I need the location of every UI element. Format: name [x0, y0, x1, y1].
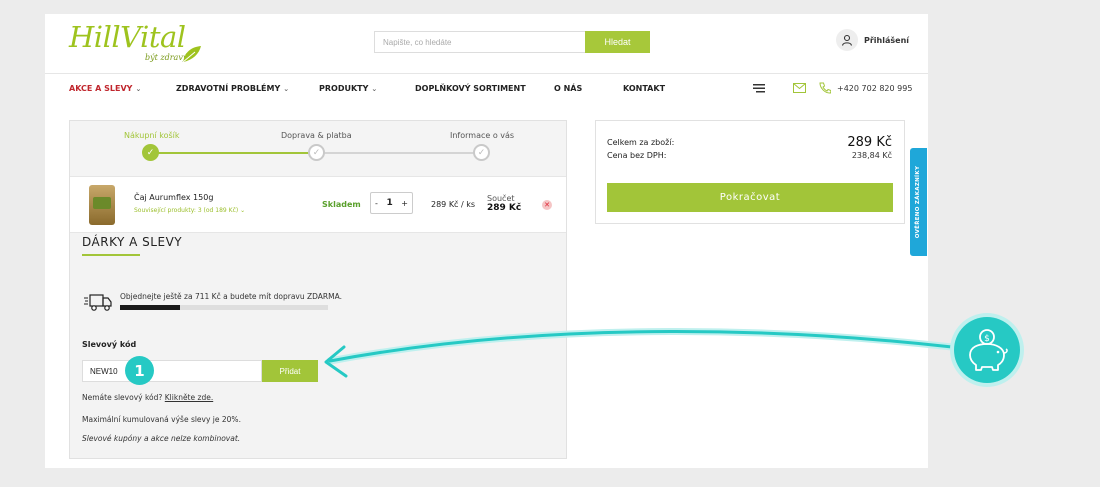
step-label-cart: Nákupní košík — [124, 131, 180, 140]
main-nav: AKCE A SLEVY ⌄ ZDRAVOTNÍ PROBLÉMY ⌄ PRODUK… — [45, 74, 928, 102]
page: HillVital být zdravý Hledat Přihlášení A… — [45, 14, 928, 468]
step-line — [316, 152, 481, 154]
unit-price: 289 Kč / ks — [431, 200, 476, 209]
total-label: Celkem za zboží: — [607, 138, 675, 147]
sum-value: 289 Kč — [487, 203, 522, 213]
mail-icon[interactable] — [793, 83, 806, 93]
nav-item-label: DOPLŇKOVÝ SORTIMENT — [415, 84, 526, 93]
svg-text:$: $ — [984, 334, 990, 344]
availability-status: Skladem — [322, 200, 361, 209]
discount-code-input[interactable] — [82, 360, 262, 382]
nav-item-akce-a-slevy[interactable]: AKCE A SLEVY ⌄ — [69, 84, 141, 93]
max-discount-note: Maximální kumulovaná výše slevy je 20%. — [82, 415, 241, 424]
nav-item-label: PRODUKTY — [319, 84, 369, 93]
quantity-stepper[interactable]: - 1 + — [370, 192, 413, 214]
free-shipping-progress — [120, 305, 328, 310]
quantity-value[interactable]: 1 — [386, 198, 392, 208]
click-here-link[interactable]: Klikněte zde. — [165, 393, 213, 402]
phone-icon[interactable] — [819, 82, 831, 94]
step-number-badge: 1 — [125, 356, 154, 385]
chevron-down-icon: ⌄ — [135, 85, 142, 93]
check-icon: ✓ — [142, 144, 159, 161]
free-shipping-message: Objednejte ještě za 711 Kč a budete mít … — [120, 292, 342, 301]
net-price-label: Cena bez DPH: — [607, 151, 667, 160]
related-products-link[interactable]: Související produkty: 3 (od 189 Kč) ⌄ — [134, 207, 245, 214]
increment-button[interactable]: + — [401, 199, 408, 208]
no-code-label: Nemáte slevový kód? — [82, 393, 163, 402]
nav-item-label: O NÁS — [554, 84, 583, 93]
search-button[interactable]: Hledat — [585, 31, 650, 53]
login-label: Přihlášení — [864, 35, 910, 45]
phone-number[interactable]: +420 702 820 995 — [837, 84, 912, 93]
check-icon: ✓ — [473, 144, 490, 161]
checkout-steps: Nákupní košík Doprava & platba Informace… — [70, 121, 566, 176]
combine-note: Slevové kupóny a akce nelze kombinovat. — [82, 434, 241, 443]
nav-item-kontakt[interactable]: KONTAKT — [623, 84, 665, 93]
no-code-text: Nemáte slevový kód? Klikněte zde. — [82, 393, 213, 402]
search-input[interactable] — [374, 31, 585, 53]
net-price-value: 238,84 Kč — [851, 151, 892, 160]
nav-item-doplnkovy-sortiment[interactable]: DOPLŇKOVÝ SORTIMENT — [415, 84, 526, 93]
nav-item-label: KONTAKT — [623, 84, 666, 93]
nav-item-o-nas[interactable]: O NÁS — [554, 84, 582, 93]
nav-item-zdravotni-problemy[interactable]: ZDRAVOTNÍ PROBLÉMY ⌄ — [176, 84, 289, 93]
nav-item-label: ZDRAVOTNÍ PROBLÉMY — [176, 84, 281, 93]
nav-item-produkty[interactable]: PRODUKTY ⌄ — [319, 84, 377, 93]
piggy-bank-icon: $ — [954, 317, 1020, 383]
verified-tab-label: OVĚŘENO ZÁKAZNÍKY — [915, 165, 922, 239]
order-summary: Celkem za zboží: 289 Kč Cena bez DPH: 23… — [595, 120, 905, 224]
user-icon — [836, 29, 858, 51]
gifts-heading: DÁRKY A SLEVY — [82, 235, 183, 249]
step-label-shipping: Doprava & platba — [281, 131, 352, 140]
chevron-down-icon: ⌄ — [240, 207, 246, 214]
product-name[interactable]: Čaj Aurumflex 150g — [134, 193, 213, 202]
truck-icon — [84, 294, 112, 311]
logo[interactable]: HillVital být zdravý — [69, 20, 209, 65]
login-link[interactable]: Přihlášení — [836, 29, 909, 51]
total-value: 289 Kč — [847, 135, 892, 150]
decrement-button[interactable]: - — [375, 199, 378, 208]
search-bar: Hledat — [374, 31, 650, 53]
heading-underline — [82, 254, 140, 256]
apply-code-button[interactable]: Přidat — [262, 360, 318, 382]
nav-item-label: AKCE A SLEVY — [69, 84, 133, 93]
product-image[interactable] — [89, 185, 115, 225]
menu-icon[interactable] — [753, 84, 765, 93]
chevron-down-icon: ⌄ — [371, 85, 378, 93]
item-sum: Součet 289 Kč — [487, 194, 521, 213]
related-products-label: Související produkty: 3 (od 189 Kč) — [134, 207, 239, 214]
cart-item-row: Čaj Aurumflex 150g Související produkty:… — [70, 176, 566, 233]
cart-panel: Nákupní košík Doprava & platba Informace… — [69, 120, 567, 459]
discount-code-label: Slevový kód — [82, 340, 137, 349]
remove-item-icon[interactable]: ✕ — [542, 200, 552, 210]
logo-brand: HillVital — [69, 20, 186, 54]
sum-label: Součet — [487, 194, 515, 203]
continue-button[interactable]: Pokračovat — [607, 183, 893, 212]
check-icon: ✓ — [308, 144, 325, 161]
step-label-info: Informace o vás — [450, 131, 515, 140]
chevron-down-icon: ⌄ — [283, 85, 290, 93]
leaf-icon — [182, 46, 201, 63]
progress-fill — [120, 305, 181, 310]
verified-customers-tab[interactable]: OVĚŘENO ZÁKAZNÍKY — [910, 148, 927, 256]
step-line-done — [158, 152, 316, 154]
